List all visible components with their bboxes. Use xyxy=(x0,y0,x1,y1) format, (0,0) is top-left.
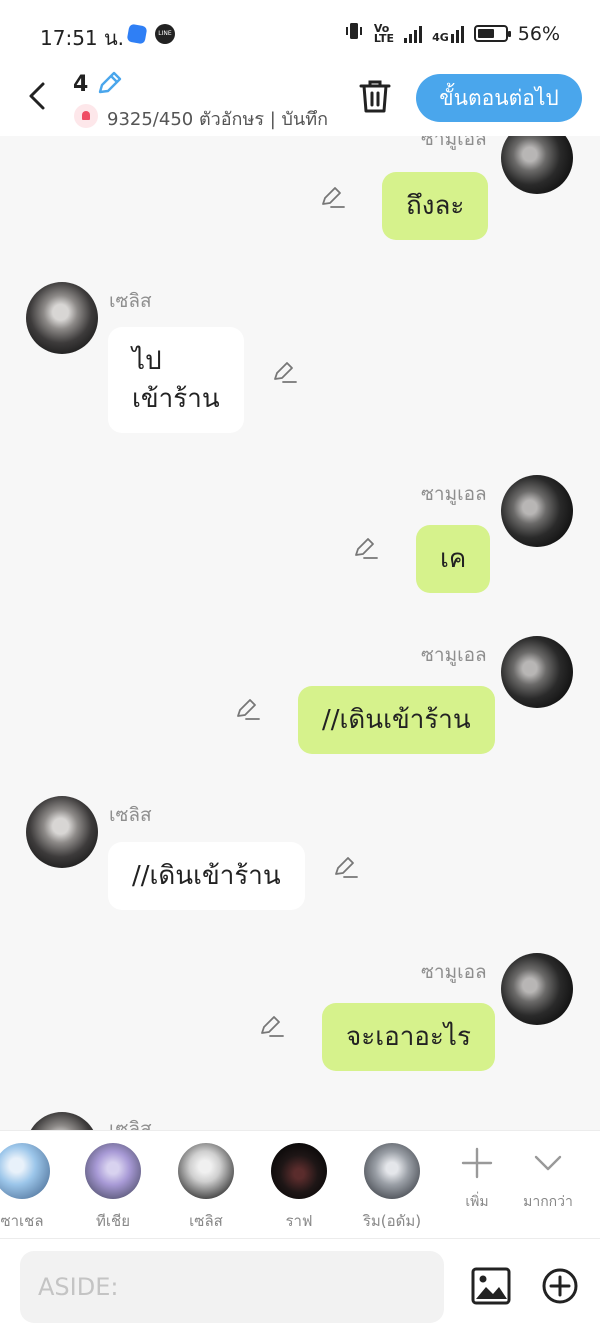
more-characters-button[interactable]: มากกว่า xyxy=(513,1145,583,1213)
plus-icon xyxy=(459,1147,495,1185)
sender-name: เซลิส xyxy=(109,804,152,826)
image-icon[interactable] xyxy=(471,1267,511,1309)
character-item[interactable]: ราฟ xyxy=(259,1143,339,1233)
character-selector: ซาเชล ทีเชีย เซลิส ราฟ ริม(อดัม) เพิ่ม ม… xyxy=(0,1130,600,1238)
character-avatar xyxy=(85,1143,141,1199)
chevron-down-icon xyxy=(530,1155,566,1185)
message-bubble[interactable]: //เดินเข้าร้าน xyxy=(108,842,305,910)
sender-name: ซามูเอล xyxy=(421,644,487,666)
sender-name: เซลิส xyxy=(109,1118,152,1130)
character-name: เซลิส xyxy=(189,1212,223,1230)
character-avatar xyxy=(271,1143,327,1199)
battery-percent: 56% xyxy=(517,22,560,45)
character-item[interactable]: ซาเชล xyxy=(0,1143,62,1233)
message-input[interactable] xyxy=(20,1251,444,1323)
sender-name: ซามูเอล xyxy=(421,483,487,505)
edit-message-icon[interactable] xyxy=(353,535,379,561)
sender-name: ซามูเอล xyxy=(421,961,487,983)
network-4g-icon: 4G xyxy=(432,25,464,43)
sender-name: ซามูเอล xyxy=(421,136,487,150)
character-item[interactable]: ทีเชีย xyxy=(73,1143,153,1233)
status-bar: 17:51 น. LINE Vo LTE 4G 56% xyxy=(0,0,600,68)
avatar[interactable] xyxy=(26,796,98,868)
more-label: มากกว่า xyxy=(523,1194,573,1210)
add-label: เพิ่ม xyxy=(465,1194,489,1210)
battery-icon xyxy=(473,25,511,42)
message-bubble[interactable]: เค xyxy=(416,525,491,593)
character-name: ทีเชีย xyxy=(96,1212,130,1230)
message-bubble[interactable]: //เดินเข้าร้าน xyxy=(298,686,495,754)
character-name: ราฟ xyxy=(285,1212,313,1230)
composer-bar xyxy=(0,1238,600,1333)
character-name: ริม(อดัม) xyxy=(362,1212,422,1230)
character-avatar xyxy=(178,1143,234,1199)
chat-area: ซามูเอล ถึงละ เซลิส ไป เข้าร้าน ซามูเอล … xyxy=(0,136,600,1130)
line-app-icon: LINE xyxy=(155,24,175,44)
avatar[interactable] xyxy=(26,1112,98,1130)
character-item[interactable]: เซลิส xyxy=(166,1143,246,1233)
next-step-button[interactable]: ขั้นตอนต่อไป xyxy=(416,74,582,122)
trash-icon[interactable] xyxy=(358,78,392,118)
status-time: 17:51 น. xyxy=(40,26,125,50)
character-item[interactable]: ริม(อดัม) xyxy=(352,1143,432,1233)
message-bubble[interactable]: ไป เข้าร้าน xyxy=(108,327,244,433)
character-counter: 9325/450 ตัวอักษร | บันทึก xyxy=(107,109,328,130)
edit-message-icon[interactable] xyxy=(320,184,346,210)
edit-message-icon[interactable] xyxy=(272,359,298,385)
edit-message-icon[interactable] xyxy=(259,1013,285,1039)
add-character-button[interactable]: เพิ่ม xyxy=(442,1145,512,1213)
character-avatar xyxy=(364,1143,420,1199)
edit-message-icon[interactable] xyxy=(333,854,359,880)
avatar[interactable] xyxy=(501,953,573,1025)
message-bubble[interactable]: ถึงละ xyxy=(382,172,489,240)
episode-number: 4 xyxy=(73,72,89,97)
avatar[interactable] xyxy=(501,475,573,547)
character-avatar xyxy=(0,1143,50,1199)
volte-icon: Vo LTE xyxy=(373,21,395,45)
vibrate-icon xyxy=(344,22,364,45)
message-bubble[interactable]: จะเอาอะไร xyxy=(322,1003,495,1071)
status-indicators: Vo LTE 4G 56% xyxy=(344,22,560,45)
sender-name: เซลิส xyxy=(109,290,152,312)
character-count-icon xyxy=(74,104,98,128)
character-name: ซาเชล xyxy=(0,1212,44,1230)
editor-header: 4 9325/450 ตัวอักษร | บันทึก ขั้นตอนต่อไ… xyxy=(0,68,600,136)
edit-title-icon[interactable] xyxy=(95,70,123,102)
back-arrow-icon[interactable] xyxy=(22,80,54,112)
avatar[interactable] xyxy=(501,136,573,194)
avatar[interactable] xyxy=(501,636,573,708)
add-circle-icon[interactable] xyxy=(541,1267,579,1309)
avatar[interactable] xyxy=(26,282,98,354)
signal-icon xyxy=(404,25,423,43)
edit-message-icon[interactable] xyxy=(235,696,261,722)
app-notification-icon xyxy=(126,23,148,45)
